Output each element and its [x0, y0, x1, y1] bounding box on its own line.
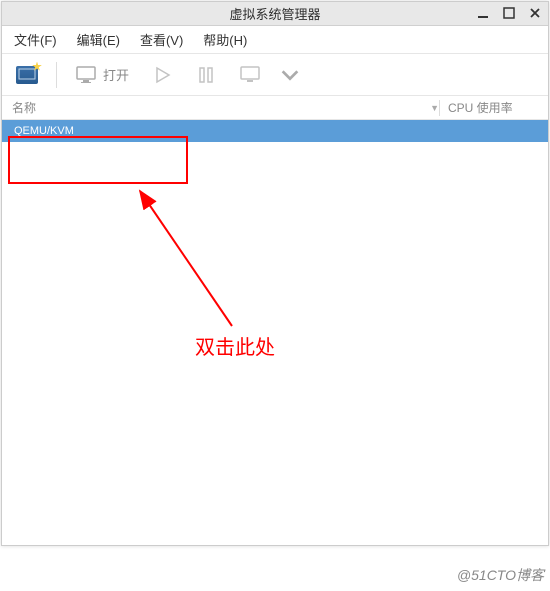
menu-file[interactable]: 文件(F) — [10, 28, 61, 51]
window-title: 虚拟系统管理器 — [8, 4, 542, 23]
connection-row-label: QEMU/KVM — [14, 125, 74, 137]
new-vm-button[interactable] — [10, 60, 44, 90]
window-controls — [474, 4, 544, 22]
open-button-label: 打开 — [103, 65, 129, 84]
column-headers: 名称 ▼ CPU 使用率 — [2, 96, 548, 120]
connection-row-qemu[interactable]: QEMU/KVM — [2, 120, 548, 142]
new-vm-icon — [16, 66, 38, 84]
chevron-down-icon — [279, 64, 301, 86]
monitor-icon — [75, 64, 97, 86]
minimize-button[interactable] — [474, 4, 492, 22]
play-button[interactable] — [145, 60, 179, 90]
menu-edit[interactable]: 编辑(E) — [73, 28, 124, 51]
maximize-button[interactable] — [500, 4, 518, 22]
menu-help[interactable]: 帮助(H) — [199, 28, 251, 51]
close-button[interactable] — [526, 4, 544, 22]
vm-manager-window: 虚拟系统管理器 文件(F) 编辑(E) 查看(V) 帮助(H) — [1, 1, 549, 546]
close-icon — [529, 7, 541, 19]
pause-button[interactable] — [189, 60, 223, 90]
connection-list[interactable]: QEMU/KVM — [2, 120, 548, 545]
minimize-icon — [477, 7, 489, 19]
play-icon — [151, 64, 173, 86]
column-name-label: 名称 — [12, 99, 36, 116]
column-separator — [439, 100, 440, 116]
pause-icon — [195, 64, 217, 86]
column-name[interactable]: 名称 ▼ — [12, 99, 439, 116]
shutdown-dropdown[interactable] — [277, 60, 303, 90]
column-cpu-label: CPU 使用率 — [448, 101, 513, 115]
menubar: 文件(F) 编辑(E) 查看(V) 帮助(H) — [2, 26, 548, 54]
shutdown-icon — [239, 64, 261, 86]
maximize-icon — [503, 7, 515, 19]
open-button[interactable]: 打开 — [69, 60, 135, 90]
toolbar-separator — [56, 62, 57, 88]
toolbar: 打开 — [2, 54, 548, 96]
menu-view[interactable]: 查看(V) — [136, 28, 187, 51]
column-cpu[interactable]: CPU 使用率 — [448, 99, 538, 116]
caret-down-icon: ▼ — [430, 103, 439, 113]
watermark: @51CTO博客 — [457, 565, 544, 585]
titlebar[interactable]: 虚拟系统管理器 — [2, 2, 548, 26]
shutdown-button[interactable] — [233, 60, 267, 90]
